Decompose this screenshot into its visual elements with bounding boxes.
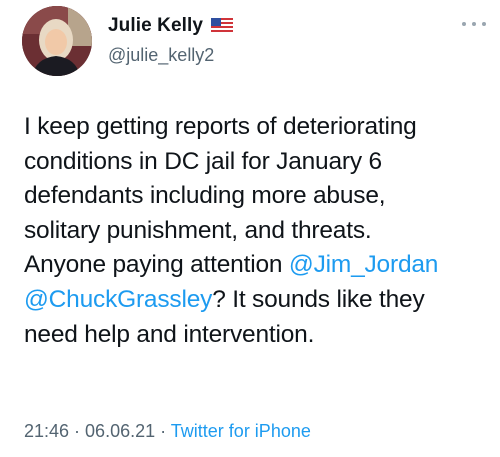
tweet-source-link[interactable]: Twitter for iPhone: [171, 421, 311, 441]
tweet-text-line: defendants including more abuse,: [24, 182, 386, 210]
tweet-text: I keep getting reports of deteriorating …: [24, 110, 494, 352]
tweet-text-line: conditions in DC jail for January 6: [24, 147, 382, 175]
tweet-date[interactable]: 06.06.21: [85, 421, 155, 441]
tweet-text-line: @ChuckGrassley? It sounds like they: [24, 283, 494, 318]
tweet-text-line: Anyone paying attention @Jim_Jordan: [24, 248, 494, 283]
more-options-icon[interactable]: [462, 14, 486, 34]
author-name-row: Julie Kelly: [108, 15, 234, 37]
tweet-time[interactable]: 21:46: [24, 421, 69, 441]
mention-link-chuck-grassley[interactable]: @ChuckGrassley: [24, 286, 212, 313]
tweet-text-line: need help and intervention.: [24, 320, 315, 348]
author-display-name[interactable]: Julie Kelly: [108, 15, 203, 37]
tweet-text-fragment: Anyone paying attention: [24, 251, 289, 279]
tweet-card: Julie Kelly @julie_kelly2 I keep getting…: [0, 0, 500, 457]
tweet-meta: 21:46 · 06.06.21 · Twitter for iPhone: [24, 421, 311, 442]
mention-link-jim-jordan[interactable]: @Jim_Jordan: [289, 251, 439, 278]
tweet-text-fragment: ? It sounds like they: [212, 285, 425, 313]
meta-separator: ·: [69, 421, 86, 441]
tweet-text-line: I keep getting reports of deteriorating: [24, 113, 417, 140]
author-handle[interactable]: @julie_kelly2: [108, 45, 214, 66]
avatar[interactable]: [22, 6, 92, 76]
tweet-text-line: solitary punishment, and threats.: [24, 216, 372, 244]
meta-separator: ·: [155, 421, 171, 441]
us-flag-icon: [211, 18, 234, 34]
